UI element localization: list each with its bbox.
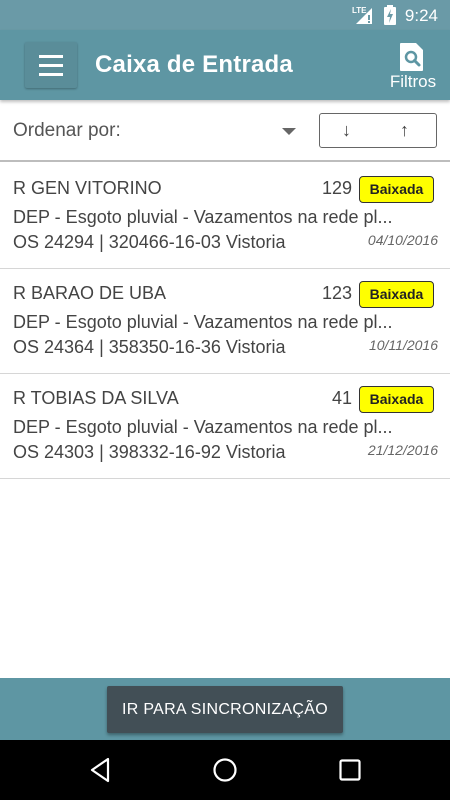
item-street: R TOBIAS DA SILVA: [13, 388, 179, 408]
item-description: DEP - Esgoto pluvial - Vazamentos na red…: [13, 207, 393, 227]
list-item[interactable]: R GEN VITORINO 129 Baixada DEP - Esgoto …: [0, 164, 450, 269]
back-icon[interactable]: [88, 757, 112, 783]
item-number: 129: [321, 178, 352, 198]
sync-button[interactable]: IR PARA SINCRONIZAÇÃO: [107, 686, 343, 733]
app-bar: Caixa de Entrada Filtros: [0, 30, 450, 100]
item-os-line: OS 24364 | 358350-16-36 Vistoria: [13, 337, 286, 357]
list-item[interactable]: R BARAO DE UBA 123 Baixada DEP - Esgoto …: [0, 269, 450, 374]
sort-descending-button[interactable]: ↓: [342, 120, 351, 141]
item-date: 04/10/2016: [367, 232, 438, 248]
item-os-line: OS 24294 | 320466-16-03 Vistoria: [13, 232, 286, 252]
item-description: DEP - Esgoto pluvial - Vazamentos na red…: [13, 417, 393, 437]
sort-by-dropdown[interactable]: Ordenar por:: [13, 120, 121, 142]
bottom-bar: IR PARA SINCRONIZAÇÃO: [0, 678, 450, 740]
item-street: R BARAO DE UBA: [13, 283, 167, 303]
recent-apps-icon[interactable]: [338, 757, 362, 783]
status-badge: Baixada: [359, 386, 434, 413]
search-document-icon: [400, 43, 423, 71]
filters-button[interactable]: Filtros: [384, 38, 440, 94]
item-date: 10/11/2016: [368, 337, 438, 353]
item-number: 41: [331, 388, 352, 408]
filters-label: Filtros: [389, 72, 437, 91]
inbox-list: R GEN VITORINO 129 Baixada DEP - Esgoto …: [0, 164, 450, 479]
list-item[interactable]: R TOBIAS DA SILVA 41 Baixada DEP - Esgot…: [0, 374, 450, 479]
page-title: Caixa de Entrada: [95, 51, 293, 78]
battery-charging-icon: [384, 5, 396, 30]
hamburger-menu-icon: [39, 52, 63, 79]
menu-button[interactable]: [25, 42, 77, 88]
item-description: DEP - Esgoto pluvial - Vazamentos na red…: [13, 312, 393, 332]
status-badge: Baixada: [359, 176, 434, 203]
network-type-label: LTE: [352, 6, 367, 15]
clock: 9:24: [404, 6, 438, 25]
home-icon[interactable]: [212, 757, 238, 783]
sort-ascending-button[interactable]: ↑: [400, 120, 409, 141]
system-navigation-bar: [0, 740, 450, 800]
sort-order-toggle[interactable]: ↓ ↑: [319, 113, 437, 148]
dropdown-caret-icon[interactable]: [282, 128, 296, 135]
sort-bar: Ordenar por: ↓ ↑: [0, 100, 450, 162]
lte-signal-icon: LTE: [352, 5, 374, 30]
item-street: R GEN VITORINO: [13, 178, 162, 198]
status-badge: Baixada: [359, 281, 434, 308]
item-date: 21/12/2016: [367, 442, 438, 458]
item-number: 123: [321, 283, 352, 303]
item-os-line: OS 24303 | 398332-16-92 Vistoria: [13, 442, 286, 462]
status-bar: LTE 9:24: [0, 0, 450, 30]
